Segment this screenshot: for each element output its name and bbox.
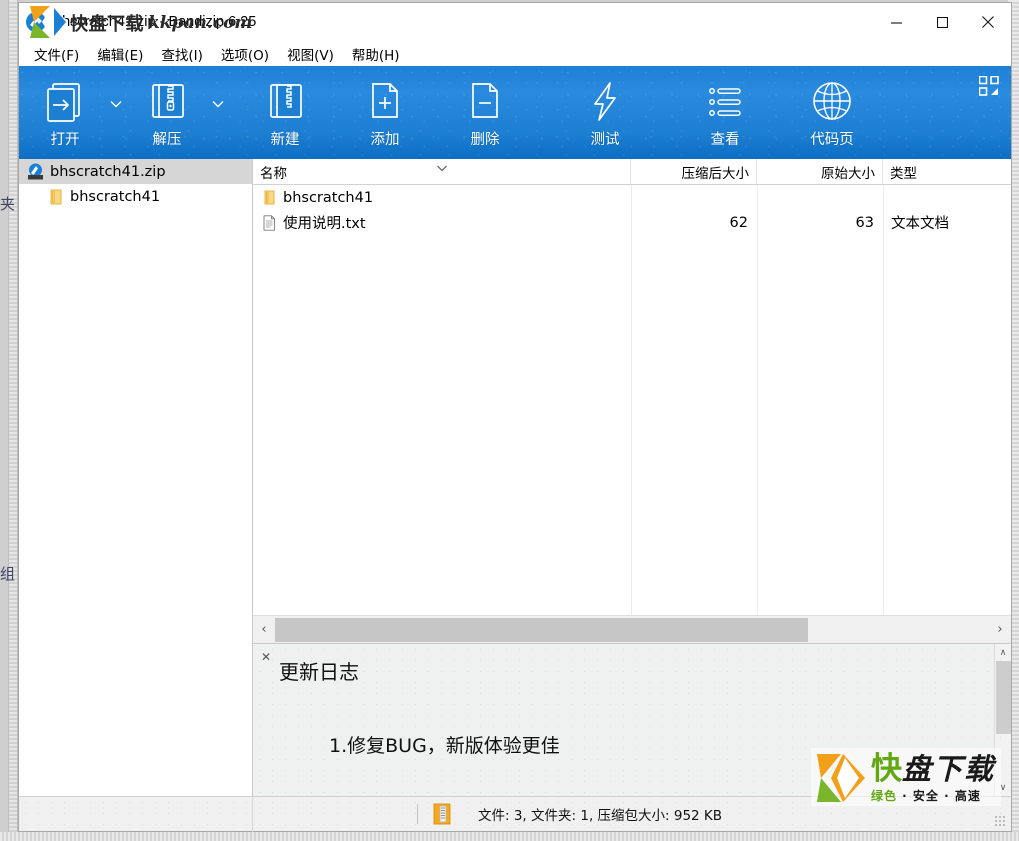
log-vertical-scrollbar[interactable]: ∧ ∨ [994, 644, 1011, 796]
globe-codepage-icon [809, 77, 855, 127]
status-text: 文件: 3, 文件夹: 1, 压缩包大小: 952 KB [478, 808, 723, 824]
file-list-header: 名称 压缩后大小 原始大小 类型 [253, 159, 1011, 185]
menu-options[interactable]: 选项(O) [212, 42, 278, 66]
update-log-panel: ✕ 更新日志 1.修复BUG，新版体验更佳 ∧ ∨ [253, 643, 1011, 796]
log-scroll-thumb[interactable] [996, 661, 1011, 734]
archive-file-icon [432, 803, 452, 825]
bandizip-icon [25, 11, 47, 33]
tree-node-folder-label: bhscratch41 [70, 188, 161, 205]
update-log-entry: 1.修复BUG，新版体验更佳 [329, 735, 560, 757]
table-row[interactable]: bhscratch41 [253, 185, 1011, 210]
menu-bar: 文件(F) 编辑(E) 查找(I) 选项(O) 视图(V) 帮助(H) [19, 41, 1011, 66]
status-bar-left [19, 796, 253, 832]
file-type: 文本文档 [891, 216, 949, 232]
log-scroll-track[interactable] [995, 661, 1011, 779]
scroll-left-arrow-icon[interactable]: ‹ [253, 616, 275, 644]
toolbar-codepage-label: 代码页 [810, 132, 854, 148]
file-list-pane: 名称 压缩后大小 原始大小 类型 bhscratch41 使用说明.txt 62… [253, 159, 1011, 796]
folder-icon [45, 189, 65, 205]
bandizip-window: bhscratch41.zip - Bandizip 6.25 文件(F) 编辑… [18, 2, 1012, 832]
chevron-down-icon [436, 160, 447, 176]
main-body: bhscratch41.zip bhscratch41 名称 压缩后大小 原始大… [19, 159, 1011, 796]
toolbar-new-label: 新建 [270, 132, 300, 148]
extract-icon [144, 77, 190, 127]
column-original-size[interactable]: 原始大小 [757, 159, 883, 184]
toolbar-extract-label: 解压 [152, 132, 182, 148]
horizontal-scroll-thumb[interactable] [275, 617, 808, 642]
add-file-icon [362, 77, 408, 127]
minimize-button[interactable] [873, 3, 919, 41]
menu-help[interactable]: 帮助(H) [343, 42, 409, 66]
archive-tree-pane: bhscratch41.zip bhscratch41 [19, 159, 253, 796]
window-controls [873, 3, 1011, 41]
column-type[interactable]: 类型 [883, 159, 1003, 184]
toolbar-add[interactable]: 添加 [347, 66, 423, 149]
toolbar-delete-label: 删除 [470, 132, 500, 148]
table-row[interactable]: 使用说明.txt 62 63 文本文档 [253, 210, 1011, 235]
column-gridlines [253, 185, 1011, 615]
horizontal-scroll-track[interactable] [275, 616, 989, 644]
background-window-bottom-edge [0, 832, 1019, 841]
background-text-1: 夹 [0, 195, 16, 213]
close-icon[interactable]: ✕ [261, 650, 271, 664]
column-packed-size-label: 压缩后大小 [681, 165, 750, 182]
toolbar-open-caret-icon[interactable] [103, 100, 129, 108]
folder-icon [260, 190, 278, 205]
file-original-size: 63 [855, 214, 874, 231]
tree-node-archive-root[interactable]: bhscratch41.zip [19, 159, 252, 184]
qr-code-icon[interactable] [978, 75, 999, 101]
scroll-up-arrow-icon[interactable]: ∧ [995, 644, 1011, 661]
menu-view[interactable]: 视图(V) [278, 42, 343, 66]
column-name[interactable]: 名称 [253, 159, 631, 184]
background-text-2: 组 [0, 565, 16, 583]
open-archive-icon [42, 77, 88, 127]
toolbar-extract[interactable]: 解压 [129, 66, 205, 149]
toolbar-extract-caret-icon[interactable] [205, 100, 231, 108]
zip-archive-icon [25, 163, 45, 180]
tree-node-archive-root-label: bhscratch41.zip [50, 163, 166, 180]
toolbar-view-label: 查看 [710, 132, 740, 148]
menu-edit[interactable]: 编辑(E) [88, 42, 152, 66]
toolbar-new[interactable]: 新建 [247, 66, 323, 149]
toolbar-codepage[interactable]: 代码页 [789, 66, 875, 149]
toolbar-view[interactable]: 查看 [687, 66, 763, 149]
update-log-content: ✕ 更新日志 1.修复BUG，新版体验更佳 [253, 644, 994, 796]
toolbar: 打开 解压 新建 添加 删除 测试 查看 代码页 [19, 66, 1011, 159]
column-original-size-label: 原始大小 [821, 165, 875, 182]
new-archive-icon [262, 77, 308, 127]
status-bar: 文件: 3, 文件夹: 1, 压缩包大小: 952 KB [19, 796, 1011, 832]
lightning-test-icon [582, 77, 628, 127]
toolbar-test[interactable]: 测试 [567, 66, 643, 149]
window-title: bhscratch41.zip - Bandizip 6.25 [54, 14, 257, 30]
menu-find[interactable]: 查找(I) [152, 42, 212, 66]
title-bar[interactable]: bhscratch41.zip - Bandizip 6.25 [19, 3, 1011, 41]
file-packed-size: 62 [729, 214, 748, 231]
file-name: bhscratch41 [283, 189, 374, 206]
close-button[interactable] [965, 3, 1011, 41]
toolbar-add-label: 添加 [370, 132, 400, 148]
toolbar-open[interactable]: 打开 [27, 66, 103, 149]
update-log-title: 更新日志 [279, 660, 359, 684]
maximize-button[interactable] [919, 3, 965, 41]
horizontal-scrollbar[interactable]: ‹ › [253, 615, 1011, 643]
remove-file-icon [462, 77, 508, 127]
tree-node-folder[interactable]: bhscratch41 [19, 184, 252, 209]
scroll-down-arrow-icon[interactable]: ∨ [995, 779, 1011, 796]
column-type-label: 类型 [890, 165, 917, 182]
background-window-edge [8, 0, 18, 841]
toolbar-delete[interactable]: 删除 [447, 66, 523, 149]
menu-file[interactable]: 文件(F) [25, 42, 88, 66]
text-document-icon [260, 214, 278, 231]
file-list-body[interactable]: bhscratch41 使用说明.txt 62 63 文本文档 [253, 185, 1011, 615]
status-divider [417, 804, 418, 824]
column-name-label: 名称 [260, 165, 287, 182]
resize-grip[interactable] [994, 815, 1007, 828]
file-name: 使用说明.txt [283, 216, 366, 232]
toolbar-test-label: 测试 [590, 132, 620, 148]
column-packed-size[interactable]: 压缩后大小 [631, 159, 757, 184]
list-view-icon [702, 77, 748, 127]
toolbar-open-label: 打开 [50, 132, 80, 148]
scroll-right-arrow-icon[interactable]: › [989, 616, 1011, 644]
